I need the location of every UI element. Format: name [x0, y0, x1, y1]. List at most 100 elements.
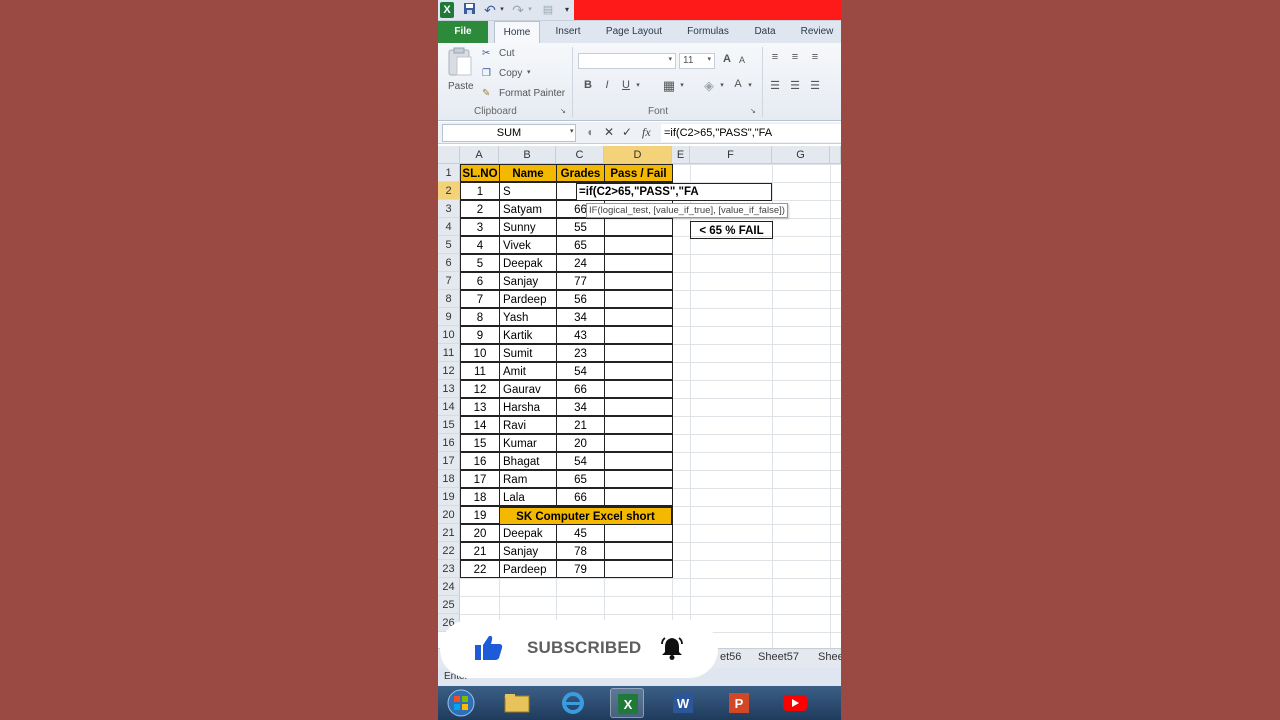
- format-painter-button[interactable]: ✎ Format Painter: [482, 87, 572, 103]
- pass-fail-cell[interactable]: [604, 362, 673, 380]
- redo-dropdown-icon[interactable]: ▾: [526, 2, 534, 18]
- underline-button[interactable]: U: [620, 79, 632, 91]
- column-header[interactable]: [830, 146, 841, 164]
- sl-no-cell[interactable]: 18: [460, 488, 500, 506]
- font-name-combo[interactable]: ▾: [578, 53, 676, 69]
- pass-fail-cell[interactable]: [604, 344, 673, 362]
- tab-formulas[interactable]: Formulas: [678, 21, 738, 43]
- column-header[interactable]: D: [604, 146, 672, 164]
- sheet-tab[interactable]: et56: [720, 651, 741, 663]
- grade-cell[interactable]: 79: [556, 560, 605, 578]
- table-header-pass-fail[interactable]: Pass / Fail: [604, 164, 673, 182]
- sl-no-cell[interactable]: 22: [460, 560, 500, 578]
- row-header[interactable]: 11: [438, 344, 460, 362]
- sl-no-cell[interactable]: 7: [460, 290, 500, 308]
- pass-fail-cell[interactable]: [604, 416, 673, 434]
- name-cell[interactable]: Ravi: [499, 416, 557, 434]
- column-header[interactable]: B: [499, 146, 556, 164]
- pass-fail-cell[interactable]: [604, 560, 673, 578]
- powerpoint-taskbar-icon[interactable]: P: [722, 688, 756, 718]
- redo-icon[interactable]: ↷: [510, 2, 526, 18]
- grade-cell[interactable]: 65: [556, 236, 605, 254]
- row-header[interactable]: 7: [438, 272, 460, 290]
- name-cell[interactable]: Amit: [499, 362, 557, 380]
- name-cell[interactable]: Sunny: [499, 218, 557, 236]
- sl-no-cell[interactable]: 1: [460, 182, 500, 200]
- name-cell[interactable]: Sumit: [499, 344, 557, 362]
- pass-fail-cell[interactable]: [604, 308, 673, 326]
- align-bottom-icon[interactable]: ≡: [808, 51, 822, 63]
- sl-no-cell[interactable]: 17: [460, 470, 500, 488]
- fill-color-icon[interactable]: ◈: [702, 78, 716, 94]
- grade-cell[interactable]: 54: [556, 362, 605, 380]
- align-middle-icon[interactable]: ≡: [788, 51, 802, 63]
- grade-cell[interactable]: 34: [556, 308, 605, 326]
- pass-fail-cell[interactable]: [604, 452, 673, 470]
- sheet-tab[interactable]: Sheet57: [758, 651, 799, 663]
- font-color-button[interactable]: A: [732, 78, 744, 90]
- pass-fail-cell[interactable]: [604, 218, 673, 236]
- undo-dropdown-icon[interactable]: ▾: [498, 2, 506, 18]
- start-button[interactable]: [444, 688, 478, 718]
- sl-no-cell[interactable]: 10: [460, 344, 500, 362]
- pass-fail-cell[interactable]: [604, 290, 673, 308]
- grade-cell[interactable]: 45: [556, 524, 605, 542]
- word-taskbar-icon[interactable]: W: [666, 688, 700, 718]
- tab-review[interactable]: Review: [794, 21, 840, 43]
- align-center-icon[interactable]: ☰: [788, 79, 802, 92]
- pass-fail-cell[interactable]: [604, 470, 673, 488]
- tab-home[interactable]: Home: [494, 21, 540, 43]
- grade-cell[interactable]: 66: [556, 488, 605, 506]
- sl-no-cell[interactable]: 5: [460, 254, 500, 272]
- sl-no-cell[interactable]: 8: [460, 308, 500, 326]
- name-cell[interactable]: Vivek: [499, 236, 557, 254]
- grow-font-button[interactable]: A: [720, 53, 734, 65]
- tab-data[interactable]: Data: [746, 21, 784, 43]
- clipboard-launcher-icon[interactable]: ↘: [560, 107, 566, 115]
- column-header[interactable]: A: [460, 146, 499, 164]
- underline-dropdown-icon[interactable]: ▾: [634, 81, 642, 89]
- tab-file[interactable]: File: [438, 21, 488, 43]
- table-header-sl[interactable]: SL.NO: [460, 164, 500, 182]
- row-header[interactable]: 10: [438, 326, 460, 344]
- grade-cell[interactable]: 66: [556, 380, 605, 398]
- copy-button[interactable]: ❐ Copy ▾: [482, 67, 572, 83]
- grade-cell[interactable]: 21: [556, 416, 605, 434]
- sl-no-cell[interactable]: 2: [460, 200, 500, 218]
- pass-fail-cell[interactable]: [604, 434, 673, 452]
- tab-page-layout[interactable]: Page Layout: [598, 21, 670, 43]
- select-all-corner[interactable]: [438, 146, 460, 164]
- font-launcher-icon[interactable]: ↘: [750, 107, 756, 115]
- name-cell[interactable]: Ram: [499, 470, 557, 488]
- borders-dropdown-icon[interactable]: ▾: [678, 81, 686, 89]
- worksheet-grid[interactable]: A B C D E F G 1 2 3 4 5 6 7 8 9 10 11 12 13 14 15 16 17 1…: [438, 146, 841, 648]
- pass-fail-cell[interactable]: [604, 236, 673, 254]
- pass-fail-cell[interactable]: [604, 326, 673, 344]
- row-header[interactable]: 23: [438, 560, 460, 578]
- sl-no-cell[interactable]: 3: [460, 218, 500, 236]
- pass-fail-cell[interactable]: [604, 380, 673, 398]
- align-right-icon[interactable]: ☰: [808, 79, 822, 92]
- sl-no-cell[interactable]: 6: [460, 272, 500, 290]
- grade-cell[interactable]: 78: [556, 542, 605, 560]
- fail-note-cell[interactable]: < 65 % FAIL: [690, 221, 773, 239]
- sl-no-cell[interactable]: 12: [460, 380, 500, 398]
- row-header[interactable]: 5: [438, 236, 460, 254]
- sl-no-cell[interactable]: 9: [460, 326, 500, 344]
- name-cell[interactable]: Deepak: [499, 254, 557, 272]
- grade-cell[interactable]: 54: [556, 452, 605, 470]
- sheet-tab[interactable]: Shee: [818, 651, 841, 663]
- grade-cell[interactable]: 20: [556, 434, 605, 452]
- name-cell[interactable]: Gaurav: [499, 380, 557, 398]
- row-header[interactable]: 13: [438, 380, 460, 398]
- sl-no-cell[interactable]: 11: [460, 362, 500, 380]
- grade-cell[interactable]: 34: [556, 398, 605, 416]
- shrink-font-button[interactable]: A: [736, 55, 748, 65]
- pass-fail-cell[interactable]: [604, 524, 673, 542]
- pass-fail-cell[interactable]: [604, 272, 673, 290]
- row-header[interactable]: 9: [438, 308, 460, 326]
- explorer-taskbar-icon[interactable]: [500, 688, 534, 718]
- name-cell[interactable]: Pardeep: [499, 560, 557, 578]
- bold-button[interactable]: B: [582, 79, 594, 91]
- editing-cell[interactable]: =if(C2>65,"PASS","FA: [576, 183, 772, 201]
